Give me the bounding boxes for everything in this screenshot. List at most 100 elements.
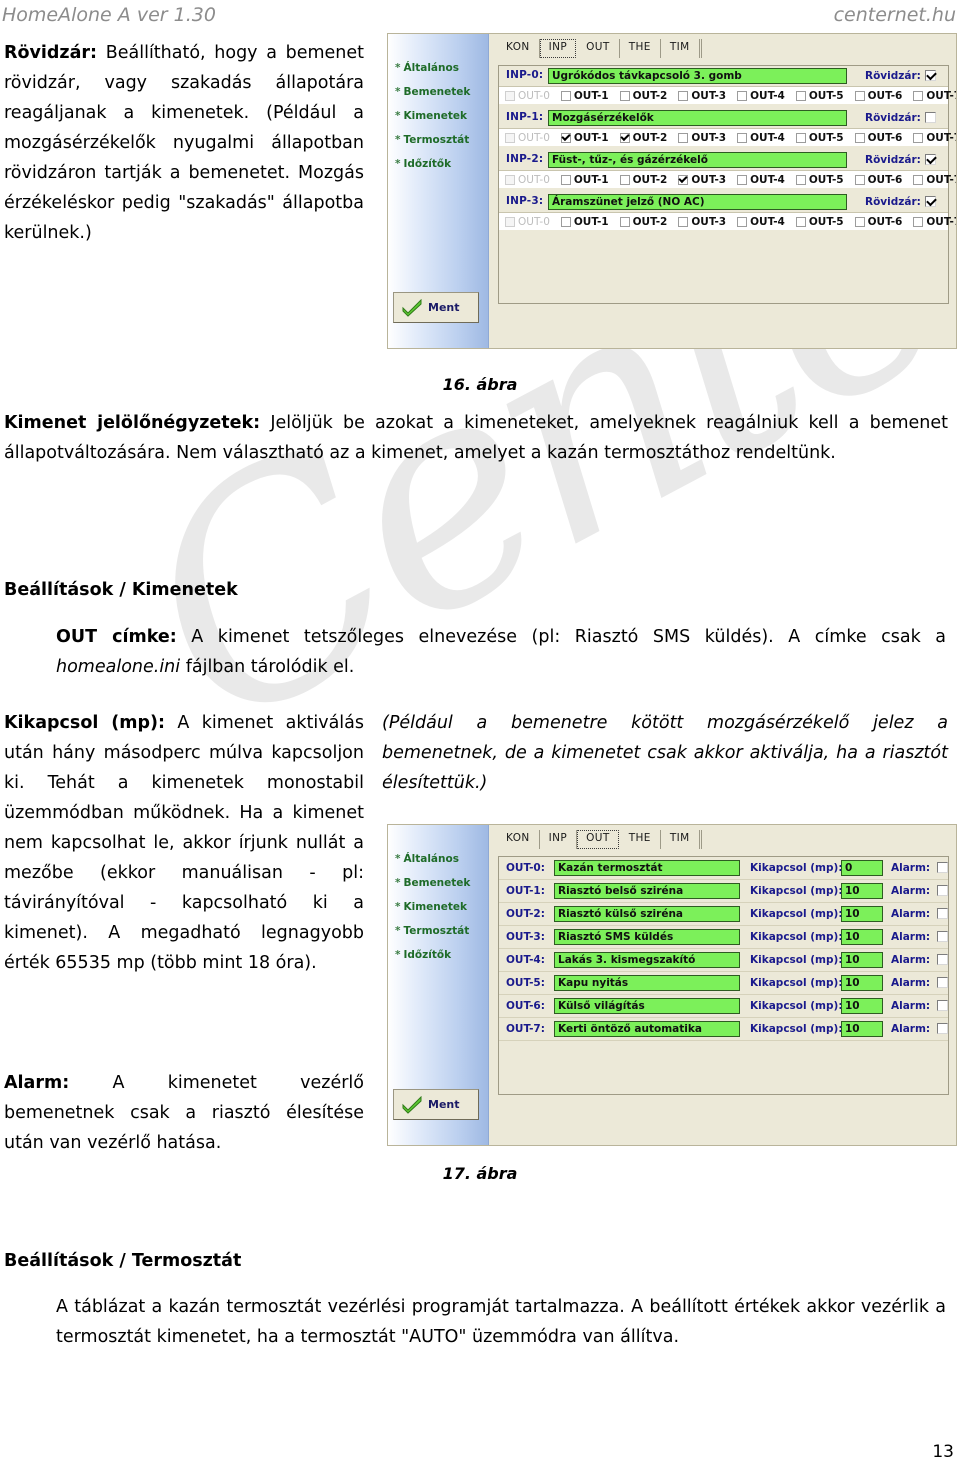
output-checkbox-out-1[interactable]: OUT-1 bbox=[560, 90, 609, 102]
output-checkbox-out-4[interactable]: OUT-4 bbox=[737, 132, 785, 144]
output-checkbox-out-3[interactable]: OUT-3 bbox=[678, 90, 726, 102]
fig16-sidebar-item-időzítők[interactable]: * Időzítők bbox=[388, 158, 451, 170]
alarm-checkbox[interactable] bbox=[937, 977, 948, 988]
input-name-field[interactable]: Füst-, tűz-, és gázérzékelő bbox=[548, 152, 847, 168]
fig16-sidebar-item-általános[interactable]: * Általános bbox=[388, 62, 459, 74]
fig17-sidebar-item-általános[interactable]: * Általános bbox=[388, 853, 459, 865]
checkbox-box[interactable] bbox=[795, 174, 806, 185]
checkbox-box[interactable] bbox=[560, 216, 571, 227]
output-checkbox-out-6[interactable]: OUT-6 bbox=[854, 174, 902, 186]
kikapcsol-seconds-field[interactable]: 0 bbox=[841, 860, 883, 876]
fig17-sidebar-item-termosztát[interactable]: * Termosztát bbox=[388, 925, 469, 937]
output-name-field[interactable]: Riasztó SMS küldés bbox=[554, 929, 740, 945]
checkbox-box[interactable] bbox=[854, 174, 865, 185]
output-checkbox-out-5[interactable]: OUT-5 bbox=[795, 132, 844, 144]
fig16-save-button[interactable]: Ment bbox=[393, 292, 479, 323]
fig16-sidebar-item-kimenetek[interactable]: * Kimenetek bbox=[388, 110, 467, 122]
kikapcsol-seconds-field[interactable]: 10 bbox=[841, 952, 883, 968]
checkbox-box[interactable] bbox=[619, 174, 630, 185]
alarm-checkbox[interactable] bbox=[937, 1000, 948, 1011]
output-name-field[interactable]: Riasztó belső sziréna bbox=[554, 883, 740, 899]
output-checkbox-out-3[interactable]: OUT-3 bbox=[678, 216, 726, 228]
input-name-field[interactable]: Áramszünet jelző (NO AC) bbox=[548, 194, 847, 210]
checkbox-box[interactable] bbox=[737, 132, 748, 143]
input-name-field[interactable]: Mozgásérzékelők bbox=[548, 110, 847, 126]
kikapcsol-seconds-field[interactable]: 10 bbox=[841, 883, 883, 899]
output-checkbox-out-3[interactable]: OUT-3 bbox=[678, 174, 726, 186]
output-checkbox-out-1[interactable]: OUT-1 bbox=[560, 132, 609, 144]
kikapcsol-seconds-field[interactable]: 10 bbox=[841, 998, 883, 1014]
input-name-field[interactable]: Ugrókódos távkapcsoló 3. gomb bbox=[548, 68, 847, 84]
checkbox-box[interactable] bbox=[737, 174, 748, 185]
checkbox-box[interactable] bbox=[854, 216, 865, 227]
fig17-tabbar[interactable]: KON INP OUT THE TIM bbox=[497, 830, 950, 849]
output-checkbox-out-2[interactable]: OUT-2 bbox=[619, 132, 667, 144]
checkbox-box[interactable] bbox=[795, 216, 806, 227]
output-checkbox-out-3[interactable]: OUT-3 bbox=[678, 132, 726, 144]
fig17-tab-the[interactable]: THE bbox=[620, 830, 661, 849]
rovidzar-checkbox[interactable] bbox=[925, 112, 936, 123]
output-checkbox-out-4[interactable]: OUT-4 bbox=[737, 90, 785, 102]
checkbox-box[interactable] bbox=[737, 90, 748, 101]
fig17-tab-inp[interactable]: INP bbox=[540, 830, 578, 849]
rovidzar-checkbox[interactable] bbox=[925, 154, 936, 165]
checkbox-box[interactable] bbox=[737, 216, 748, 227]
fig17-tab-tim[interactable]: TIM bbox=[661, 830, 700, 849]
output-checkbox-out-5[interactable]: OUT-5 bbox=[795, 216, 844, 228]
alarm-checkbox[interactable] bbox=[937, 931, 948, 942]
fig16-sidebar-item-termosztát[interactable]: * Termosztát bbox=[388, 134, 469, 146]
kikapcsol-seconds-field[interactable]: 10 bbox=[841, 975, 883, 991]
checkbox-box[interactable] bbox=[560, 174, 571, 185]
alarm-checkbox[interactable] bbox=[937, 885, 948, 896]
checkbox-box[interactable] bbox=[854, 90, 865, 101]
fig17-sidebar-item-bemenetek[interactable]: * Bemenetek bbox=[388, 877, 470, 889]
output-checkbox-out-2[interactable]: OUT-2 bbox=[619, 174, 667, 186]
fig17-tab-out[interactable]: OUT bbox=[577, 830, 619, 849]
fig16-tab-out[interactable]: OUT bbox=[577, 39, 620, 58]
checkbox-box[interactable] bbox=[619, 216, 630, 227]
checkbox-box[interactable] bbox=[913, 174, 924, 185]
alarm-checkbox[interactable] bbox=[937, 954, 948, 965]
output-checkbox-out-1[interactable]: OUT-1 bbox=[560, 216, 609, 228]
kikapcsol-seconds-field[interactable]: 10 bbox=[841, 1021, 883, 1037]
rovidzar-checkbox[interactable] bbox=[925, 70, 936, 81]
checkbox-box[interactable] bbox=[913, 132, 924, 143]
output-checkbox-out-4[interactable]: OUT-4 bbox=[737, 216, 785, 228]
output-name-field[interactable]: Kerti öntöző automatika bbox=[554, 1021, 740, 1037]
output-checkbox-out-6[interactable]: OUT-6 bbox=[854, 90, 902, 102]
fig17-sidebar-item-időzítők[interactable]: * Időzítők bbox=[388, 949, 451, 961]
output-checkbox-out-2[interactable]: OUT-2 bbox=[619, 216, 667, 228]
output-checkbox-out-6[interactable]: OUT-6 bbox=[854, 216, 902, 228]
kikapcsol-seconds-field[interactable]: 10 bbox=[841, 906, 883, 922]
checkbox-box[interactable] bbox=[795, 90, 806, 101]
alarm-checkbox[interactable] bbox=[937, 908, 948, 919]
checkbox-box[interactable] bbox=[619, 90, 630, 101]
output-checkbox-out-7[interactable]: OUT-7 bbox=[913, 90, 956, 102]
checkbox-box[interactable] bbox=[795, 132, 806, 143]
output-name-field[interactable]: Lakás 3. kismegszakító bbox=[554, 952, 740, 968]
output-checkbox-out-1[interactable]: OUT-1 bbox=[560, 174, 609, 186]
fig17-tab-kon[interactable]: KON bbox=[497, 830, 540, 849]
output-checkbox-out-7[interactable]: OUT-7 bbox=[913, 216, 956, 228]
output-checkbox-out-4[interactable]: OUT-4 bbox=[737, 174, 785, 186]
alarm-checkbox[interactable] bbox=[937, 1023, 948, 1034]
checkbox-box[interactable] bbox=[560, 90, 571, 101]
output-checkbox-out-7[interactable]: OUT-7 bbox=[913, 174, 956, 186]
fig16-tab-inp[interactable]: INP bbox=[539, 39, 577, 58]
output-name-field[interactable]: Kazán termosztát bbox=[554, 860, 740, 876]
checkbox-box[interactable] bbox=[678, 174, 689, 185]
checkbox-box[interactable] bbox=[913, 90, 924, 101]
output-checkbox-out-5[interactable]: OUT-5 bbox=[795, 90, 844, 102]
fig16-tab-kon[interactable]: KON bbox=[497, 39, 540, 58]
kikapcsol-seconds-field[interactable]: 10 bbox=[841, 929, 883, 945]
checkbox-box[interactable] bbox=[854, 132, 865, 143]
checkbox-box[interactable] bbox=[913, 216, 924, 227]
checkbox-box[interactable] bbox=[619, 132, 630, 143]
output-checkbox-out-2[interactable]: OUT-2 bbox=[619, 90, 667, 102]
fig16-tab-the[interactable]: THE bbox=[620, 39, 661, 58]
fig17-sidebar-item-kimenetek[interactable]: * Kimenetek bbox=[388, 901, 467, 913]
checkbox-box[interactable] bbox=[678, 90, 689, 101]
checkbox-box[interactable] bbox=[678, 216, 689, 227]
checkbox-box[interactable] bbox=[678, 132, 689, 143]
output-checkbox-out-6[interactable]: OUT-6 bbox=[854, 132, 902, 144]
